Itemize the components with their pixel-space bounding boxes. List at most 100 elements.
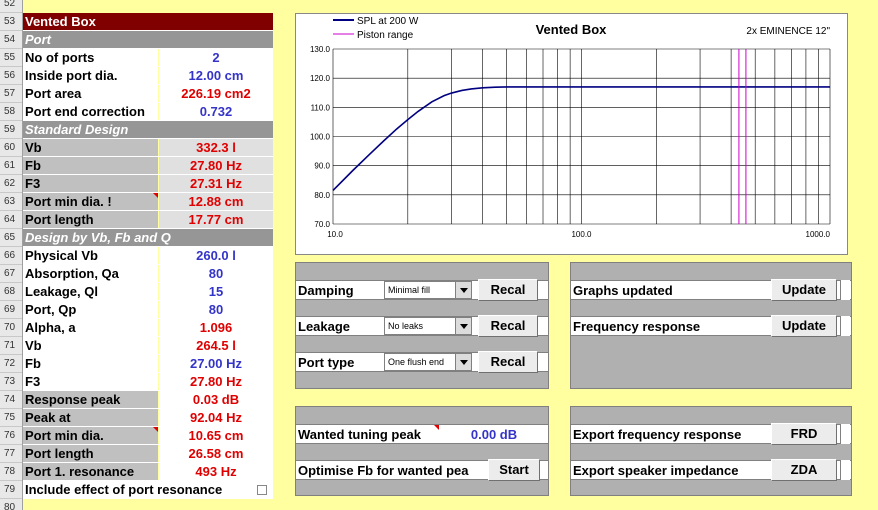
row-number: 63	[0, 193, 22, 211]
wanted-tuning-value[interactable]: 0.00 dB	[442, 425, 546, 444]
comment-marker	[434, 425, 439, 430]
label-port-end-correction: Port end correction	[23, 103, 158, 120]
y-tick-label: 100.0	[310, 133, 331, 142]
input-physical-vb[interactable]: 260.0 l	[159, 247, 273, 264]
chart-container: SPL at 200 W Piston range Vented Box 2x …	[295, 13, 848, 255]
x-tick-label: 10.0	[327, 230, 343, 239]
update-panel: Graphs updated Update Frequency response…	[570, 262, 852, 389]
row-number: 77	[0, 445, 22, 463]
input-d-fb[interactable]: 27.00 Hz	[159, 355, 273, 372]
port-type-recal-button[interactable]: Recal	[478, 351, 538, 373]
row-number: 64	[0, 211, 22, 229]
wanted-tuning-label: Wanted tuning peak	[298, 427, 422, 442]
label-absorption: Absorption, Qa	[23, 265, 158, 282]
y-tick-label: 70.0	[314, 220, 330, 229]
damping-select[interactable]: Minimal fill	[384, 281, 472, 299]
port-type-select-value: One flush end	[388, 357, 445, 367]
label-port-resonance: Port 1. resonance	[23, 463, 158, 480]
input-inside-port-dia[interactable]: 12.00 cm	[159, 67, 273, 84]
value-std-vb: 332.3 l	[159, 139, 273, 156]
status-box	[840, 316, 850, 336]
label-peak-at: Peak at	[23, 409, 158, 426]
label-d-vb: Vb	[23, 337, 158, 354]
optimise-start-button[interactable]: Start	[488, 459, 540, 481]
input-absorption[interactable]: 80	[159, 265, 273, 282]
row-number: 60	[0, 139, 22, 157]
label-response-peak: Response peak	[23, 391, 158, 408]
label-port-qp: Port, Qp	[23, 301, 158, 318]
row-number: 72	[0, 355, 22, 373]
damping-row: Damping Minimal fill Recal	[296, 279, 548, 301]
optimise-row: Optimise Fb for wanted pea Start	[296, 459, 548, 481]
label-physical-vb: Physical Vb	[23, 247, 158, 264]
export-zda-button[interactable]: ZDA	[771, 459, 837, 481]
chevron-down-icon	[455, 318, 471, 334]
recalc-panel: Damping Minimal fill Recal Leakage No le…	[295, 262, 549, 389]
label-inside-port-dia: Inside port dia.	[23, 67, 158, 84]
status-box	[840, 424, 850, 444]
row-number: 70	[0, 319, 22, 337]
damping-label: Damping	[298, 283, 354, 298]
y-tick-label: 110.0	[311, 103, 331, 112]
chart-subtitle: 2x EMINENCE 12"	[746, 26, 830, 37]
value-d-port-length: 26.58 cm	[159, 445, 273, 462]
label-d-f3: F3	[23, 373, 158, 390]
value-alpha: 1.096	[159, 319, 273, 336]
input-port-qp[interactable]: 80	[159, 301, 273, 318]
row-number: 69	[0, 301, 22, 319]
row-number: 79	[0, 481, 22, 499]
leakage-select[interactable]: No leaks	[384, 317, 472, 335]
label-d-fb: Fb	[23, 355, 158, 372]
row-number: 66	[0, 247, 22, 265]
leakage-row: Leakage No leaks Recal	[296, 315, 548, 337]
legend-spl-label: SPL at 200 W	[357, 16, 419, 27]
input-leakage[interactable]: 15	[159, 283, 273, 300]
damping-recal-button[interactable]: Recal	[478, 279, 538, 301]
chevron-down-icon	[455, 282, 471, 298]
label-std-f3: F3	[23, 175, 158, 192]
section-standard-design: Standard Design	[23, 121, 273, 138]
row-number: 67	[0, 265, 22, 283]
status-box	[840, 460, 850, 480]
label-d-port-length: Port length	[23, 445, 158, 462]
y-tick-label: 130.0	[310, 45, 331, 54]
leakage-select-value: No leaks	[388, 321, 424, 331]
row-number: 75	[0, 409, 22, 427]
port-type-label: Port type	[298, 355, 355, 370]
row-number: 73	[0, 373, 22, 391]
graphs-updated-row: Graphs updated Update	[571, 279, 851, 301]
include-effect-checkbox[interactable]	[257, 485, 267, 495]
value-port-resonance: 493 Hz	[159, 463, 273, 480]
row-number: 61	[0, 157, 22, 175]
value-d-f3: 27.80 Hz	[159, 373, 273, 390]
export-frequency-label: Export frequency response	[573, 427, 742, 442]
input-port-end-correction[interactable]: 0.732	[159, 103, 273, 120]
label-std-port-min-dia: Port min dia. !	[23, 193, 158, 210]
row-number: 56	[0, 67, 22, 85]
row-number: 59	[0, 121, 22, 139]
export-impedance-label: Export speaker impedance	[573, 463, 739, 478]
x-tick-label: 1000.0	[806, 230, 831, 239]
section-port: Port	[23, 31, 273, 48]
row-number: 58	[0, 103, 22, 121]
label-std-port-length: Port length	[23, 211, 158, 228]
label-std-vb: Vb	[23, 139, 158, 156]
damping-select-value: Minimal fill	[388, 285, 431, 295]
frequency-update-button[interactable]: Update	[771, 315, 837, 337]
export-frd-button[interactable]: FRD	[771, 423, 837, 445]
legend-piston-label: Piston range	[357, 30, 414, 41]
y-tick-label: 80.0	[314, 191, 330, 200]
input-no-of-ports[interactable]: 2	[159, 49, 273, 66]
leakage-recal-button[interactable]: Recal	[478, 315, 538, 337]
row-number: 65	[0, 229, 22, 247]
row-number: 71	[0, 337, 22, 355]
x-tick-label: 100.0	[571, 230, 592, 239]
port-type-select[interactable]: One flush end	[384, 353, 472, 371]
value-response-peak: 0.03 dB	[159, 391, 273, 408]
value-d-vb: 264.5 l	[159, 337, 273, 354]
value-std-f3: 27.31 Hz	[159, 175, 273, 192]
value-peak-at: 92.04 Hz	[159, 409, 273, 426]
row-number: 52	[0, 0, 22, 13]
row-number: 54	[0, 31, 22, 49]
graphs-update-button[interactable]: Update	[771, 279, 837, 301]
